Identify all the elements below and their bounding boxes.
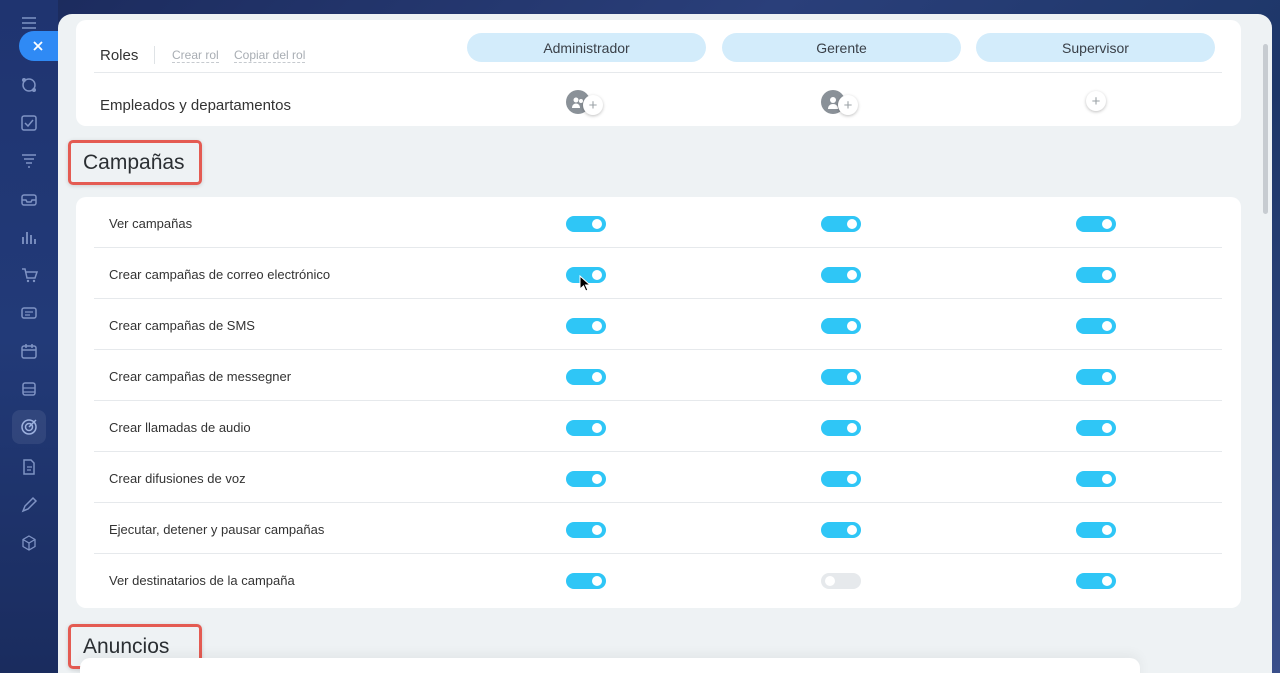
permission-row: Crear campañas de messegner [94, 350, 1222, 401]
employees-label: Empleados y departamentos [100, 97, 291, 114]
toggle-gerente[interactable] [821, 216, 861, 232]
campaign-permissions-card: Ver campañas Crear campañas de correo el… [76, 197, 1241, 608]
document-icon[interactable] [19, 457, 39, 477]
toggle-gerente[interactable] [821, 318, 861, 334]
toggle-gerente[interactable] [821, 522, 861, 538]
add-employee-button[interactable]: + [838, 95, 858, 115]
roles-label: Roles [100, 47, 139, 64]
toggle-supervisor[interactable] [1076, 318, 1116, 334]
close-button[interactable] [19, 31, 61, 61]
employees-cell-administrador: + [566, 90, 610, 120]
toggle-supervisor[interactable] [1076, 471, 1116, 487]
toggle-administrador[interactable] [566, 522, 606, 538]
role-column-gerente[interactable]: Gerente [722, 33, 961, 62]
copy-role-link[interactable]: Copiar del rol [234, 49, 306, 63]
permission-label: Crear campañas de SMS [109, 318, 255, 333]
chart-icon[interactable] [19, 227, 39, 247]
permission-row: Ver destinatarios de la campaña [94, 554, 1222, 605]
mouse-cursor-icon [579, 275, 591, 292]
menu-icon[interactable] [19, 13, 39, 33]
add-employee-button[interactable]: + [583, 95, 603, 115]
permission-label: Crear campañas de correo electrónico [109, 267, 331, 282]
employees-cell-supervisor: + [1086, 90, 1130, 120]
toggle-supervisor[interactable] [1076, 216, 1116, 232]
role-column-administrador[interactable]: Administrador [467, 33, 706, 62]
permission-row: Crear difusiones de voz [94, 452, 1222, 503]
toggle-supervisor[interactable] [1076, 573, 1116, 589]
calendar-icon[interactable] [19, 341, 39, 361]
toggle-administrador[interactable] [566, 318, 606, 334]
inbox-icon[interactable] [19, 189, 39, 209]
permission-label: Crear llamadas de audio [109, 420, 251, 435]
permission-row: Crear campañas de correo electrónico [94, 248, 1222, 299]
employees-cell-gerente: + [821, 90, 865, 120]
toggle-supervisor[interactable] [1076, 369, 1116, 385]
filter-icon[interactable] [19, 151, 39, 171]
toggle-gerente[interactable] [821, 369, 861, 385]
toggle-gerente[interactable] [821, 267, 861, 283]
permission-label: Crear campañas de messegner [109, 369, 292, 384]
roles-divider [154, 46, 155, 64]
tasks-icon[interactable] [19, 113, 39, 133]
permission-row: Ver campañas [94, 197, 1222, 248]
pen-icon[interactable] [19, 495, 39, 515]
toggle-gerente[interactable] [821, 471, 861, 487]
ads-permissions-card [80, 658, 1140, 673]
cart-icon[interactable] [19, 265, 39, 285]
permission-row: Crear campañas de SMS [94, 299, 1222, 350]
toggle-administrador[interactable] [566, 216, 606, 232]
roles-card: Roles Crear rol Copiar del rol Administr… [76, 20, 1241, 126]
permission-row: Crear llamadas de audio [94, 401, 1222, 452]
toggle-supervisor[interactable] [1076, 522, 1116, 538]
role-permissions-panel: Roles Crear rol Copiar del rol Administr… [58, 14, 1272, 673]
toggle-administrador[interactable] [566, 573, 606, 589]
left-sidebar [0, 0, 61, 673]
toggle-supervisor[interactable] [1076, 267, 1116, 283]
toggle-administrador[interactable] [566, 471, 606, 487]
section-title-campaigns: Campañas [68, 140, 202, 185]
toggle-administrador[interactable] [566, 420, 606, 436]
close-icon [33, 41, 43, 51]
target-icon[interactable] [19, 417, 39, 437]
role-column-supervisor[interactable]: Supervisor [976, 33, 1215, 62]
scrollbar[interactable] [1263, 44, 1268, 214]
cube-icon[interactable] [19, 533, 39, 553]
permission-label: Ver campañas [109, 216, 193, 231]
create-role-link[interactable]: Crear rol [172, 49, 219, 63]
toggle-supervisor[interactable] [1076, 420, 1116, 436]
add-employee-button[interactable]: + [1086, 91, 1106, 111]
archive-icon[interactable] [19, 379, 39, 399]
card-icon[interactable] [19, 303, 39, 323]
permission-row: Ejecutar, detener y pausar campañas [94, 503, 1222, 554]
toggle-administrador[interactable] [566, 369, 606, 385]
toggle-gerente[interactable] [821, 573, 861, 589]
permission-label: Ver destinatarios de la campaña [109, 573, 295, 588]
permission-label: Ejecutar, detener y pausar campañas [109, 522, 325, 537]
flow-icon[interactable] [19, 75, 39, 95]
toggle-gerente[interactable] [821, 420, 861, 436]
permission-label: Crear difusiones de voz [109, 471, 246, 486]
row-divider [94, 72, 1222, 73]
